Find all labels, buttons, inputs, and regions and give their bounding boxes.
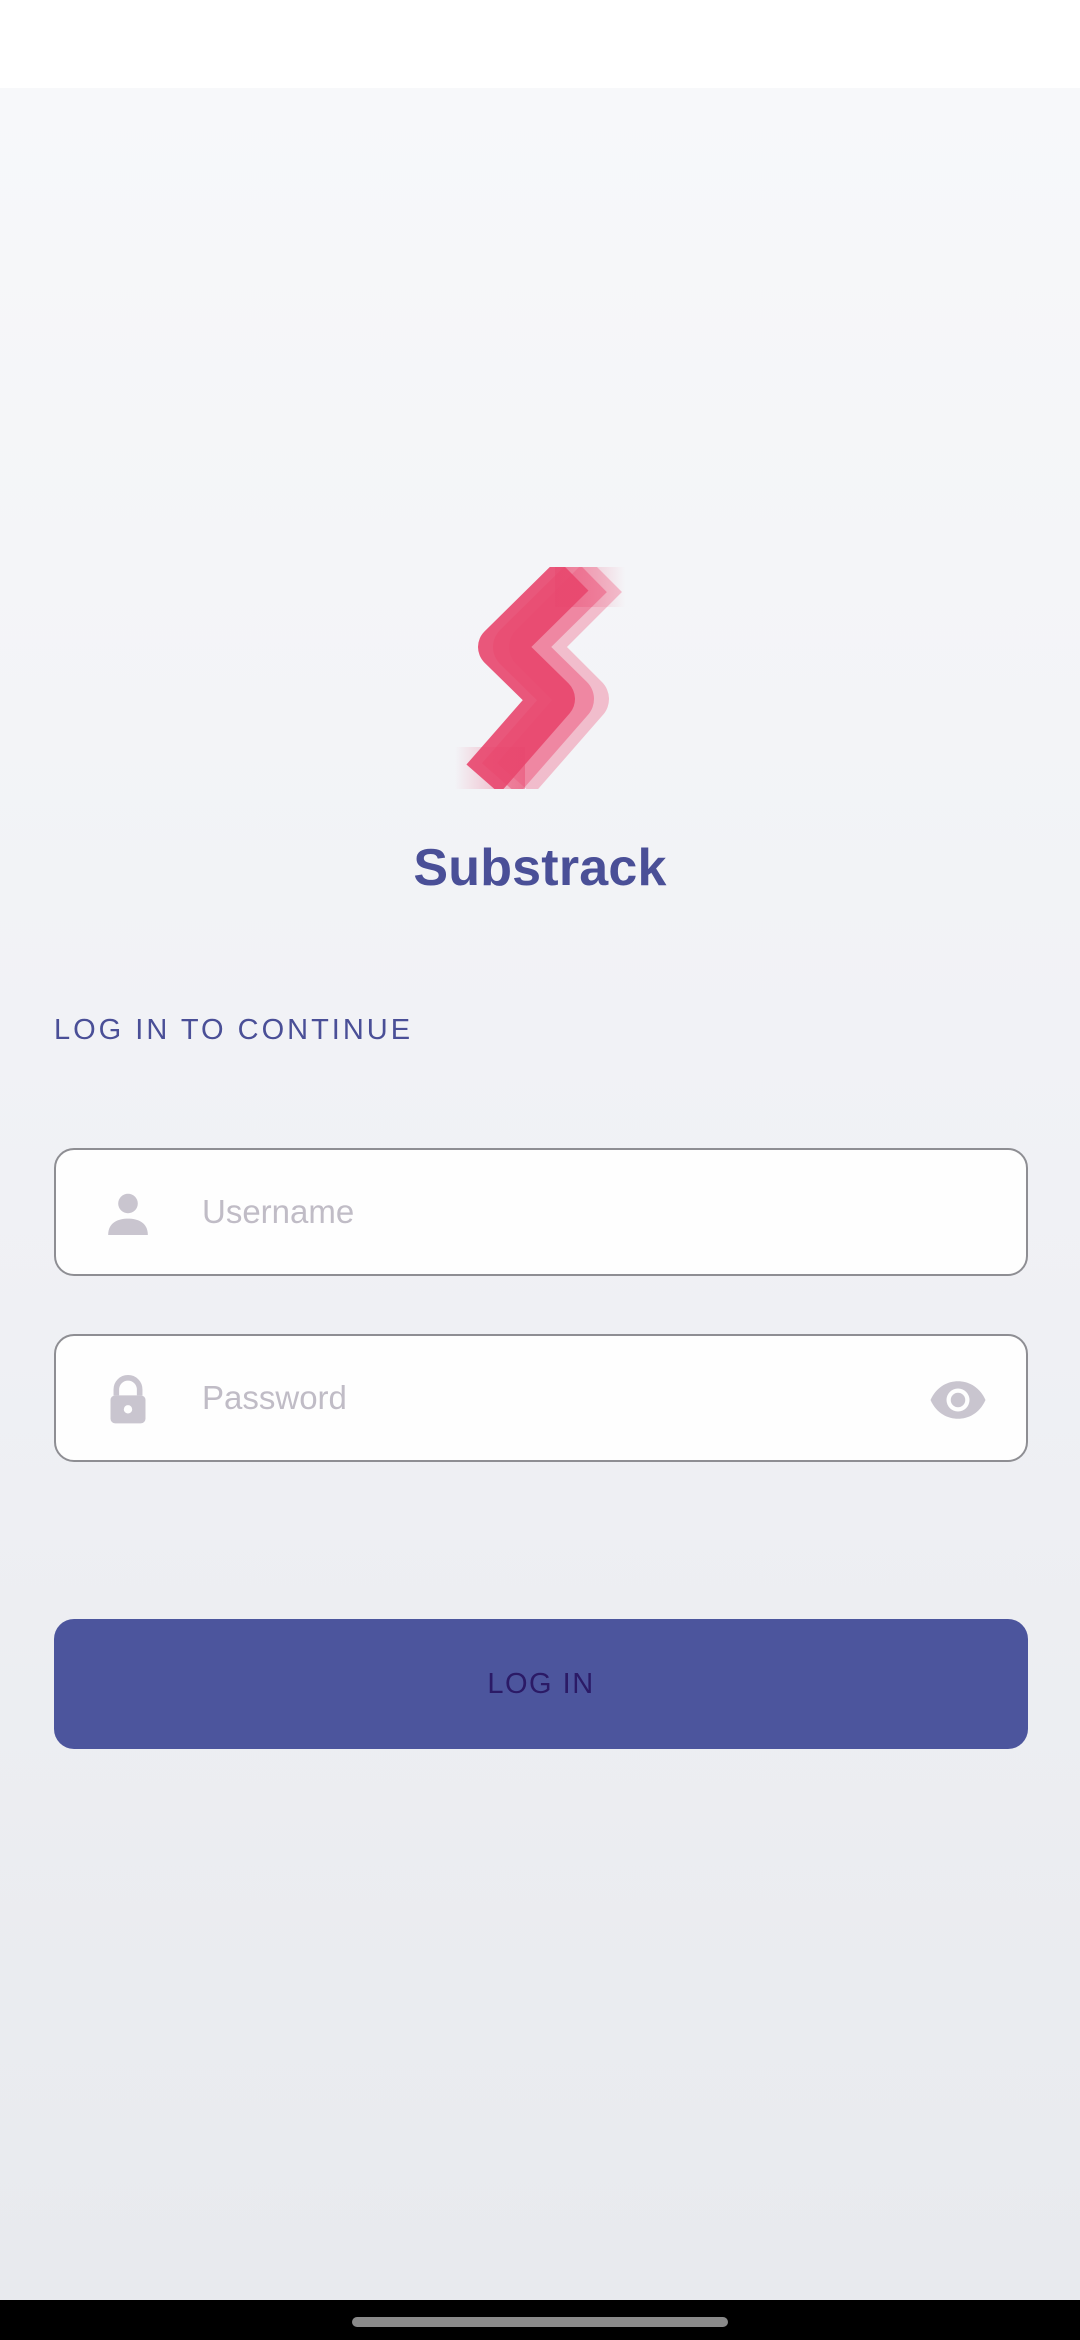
password-input[interactable]: [202, 1336, 892, 1460]
person-icon: [100, 1186, 156, 1242]
app-name: Substrack: [413, 839, 667, 897]
login-button[interactable]: LOG IN: [54, 1619, 1028, 1749]
login-subtitle: LOG IN TO CONTINUE: [54, 1014, 414, 1046]
navigation-bar: [0, 2300, 1080, 2340]
app-logo: [455, 567, 625, 789]
username-field[interactable]: [54, 1148, 1028, 1276]
username-input[interactable]: [202, 1150, 962, 1274]
status-bar: [0, 0, 1080, 88]
home-indicator[interactable]: [352, 2317, 728, 2327]
password-field[interactable]: [54, 1334, 1028, 1462]
eye-icon[interactable]: [928, 1370, 988, 1430]
lock-icon: [100, 1372, 156, 1428]
